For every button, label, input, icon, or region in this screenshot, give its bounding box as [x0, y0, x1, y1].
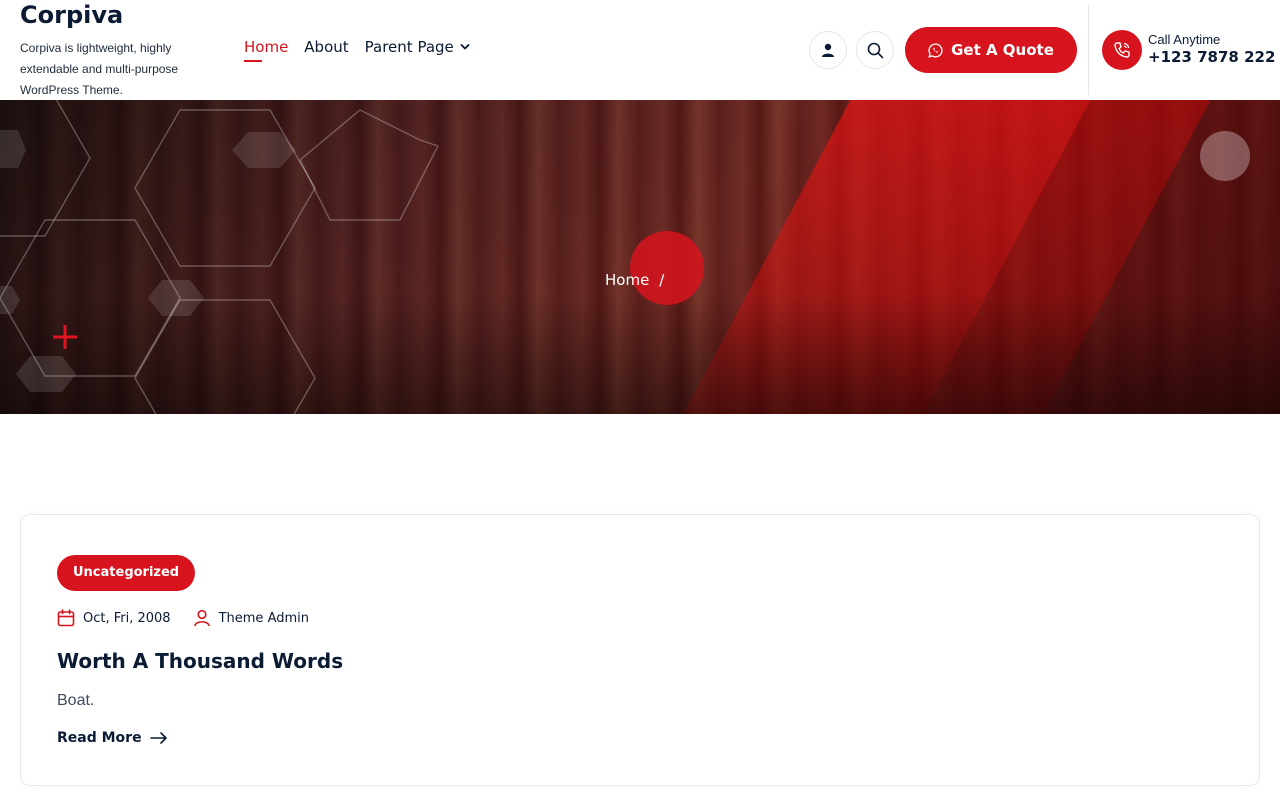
post-excerpt: Boat.: [57, 692, 95, 709]
category-badge[interactable]: Uncategorized: [57, 555, 196, 591]
nav-item-label: About: [304, 38, 349, 56]
breadcrumb-home[interactable]: Home: [605, 271, 649, 289]
post-author-text: Theme Admin: [218, 610, 309, 626]
search-icon: [867, 42, 883, 58]
whatsapp-icon: [928, 42, 943, 58]
search-button[interactable]: [856, 31, 894, 69]
nav-item-label: Parent Page: [364, 38, 454, 56]
call-number[interactable]: +123 7878 222: [1148, 48, 1275, 66]
get-quote-label: Get A Quote: [951, 41, 1054, 59]
phone-icon: [1114, 42, 1130, 58]
hero-decor-circle: [1200, 131, 1250, 181]
post-card: Uncategorized Oct, Fri, 2008 Theme Admin…: [20, 514, 1260, 786]
arrow-right-icon: [149, 732, 167, 744]
nav-item-label: Home: [244, 38, 289, 56]
site-title[interactable]: Corpiva: [20, 0, 220, 30]
site-header: Corpiva Corpiva is lightweight, highly e…: [0, 0, 1280, 100]
post-title[interactable]: Worth A Thousand Words: [57, 649, 343, 673]
account-button[interactable]: [809, 31, 847, 69]
page-hero-banner: Home /: [0, 100, 1280, 414]
post-meta: Oct, Fri, 2008 Theme Admin: [57, 609, 309, 627]
nav-item-home[interactable]: Home: [244, 38, 288, 62]
header-divider: [1088, 5, 1089, 95]
post-date[interactable]: Oct, Fri, 2008: [57, 609, 171, 627]
chevron-down-icon: [460, 44, 470, 50]
hero-decor-circle: [630, 231, 704, 305]
read-more-label: Read More: [57, 730, 142, 746]
brand: Corpiva Corpiva is lightweight, highly e…: [20, 0, 220, 101]
calendar-icon: [57, 609, 75, 627]
user-icon: [822, 43, 834, 57]
site-description: Corpiva is lightweight, highly extendabl…: [20, 41, 179, 97]
breadcrumb-separator: /: [659, 271, 665, 289]
nav-item-parent-page[interactable]: Parent Page: [365, 38, 470, 62]
breadcrumb: Home /: [605, 271, 664, 289]
nav-item-about[interactable]: About: [304, 38, 348, 62]
call-button[interactable]: [1102, 30, 1142, 70]
read-more-link[interactable]: Read More: [57, 730, 168, 746]
plus-icon: [53, 325, 77, 349]
call-label: Call Anytime: [1148, 32, 1221, 47]
post-author[interactable]: Theme Admin: [193, 609, 309, 627]
main-nav: Home About Parent Page: [244, 38, 470, 62]
user-icon: [193, 609, 210, 627]
get-quote-button[interactable]: Get A Quote: [905, 27, 1077, 73]
post-date-text: Oct, Fri, 2008: [83, 610, 171, 626]
hexagon-pattern: [0, 100, 439, 414]
contact-info: Call Anytime +123 7878 222: [1148, 32, 1275, 66]
